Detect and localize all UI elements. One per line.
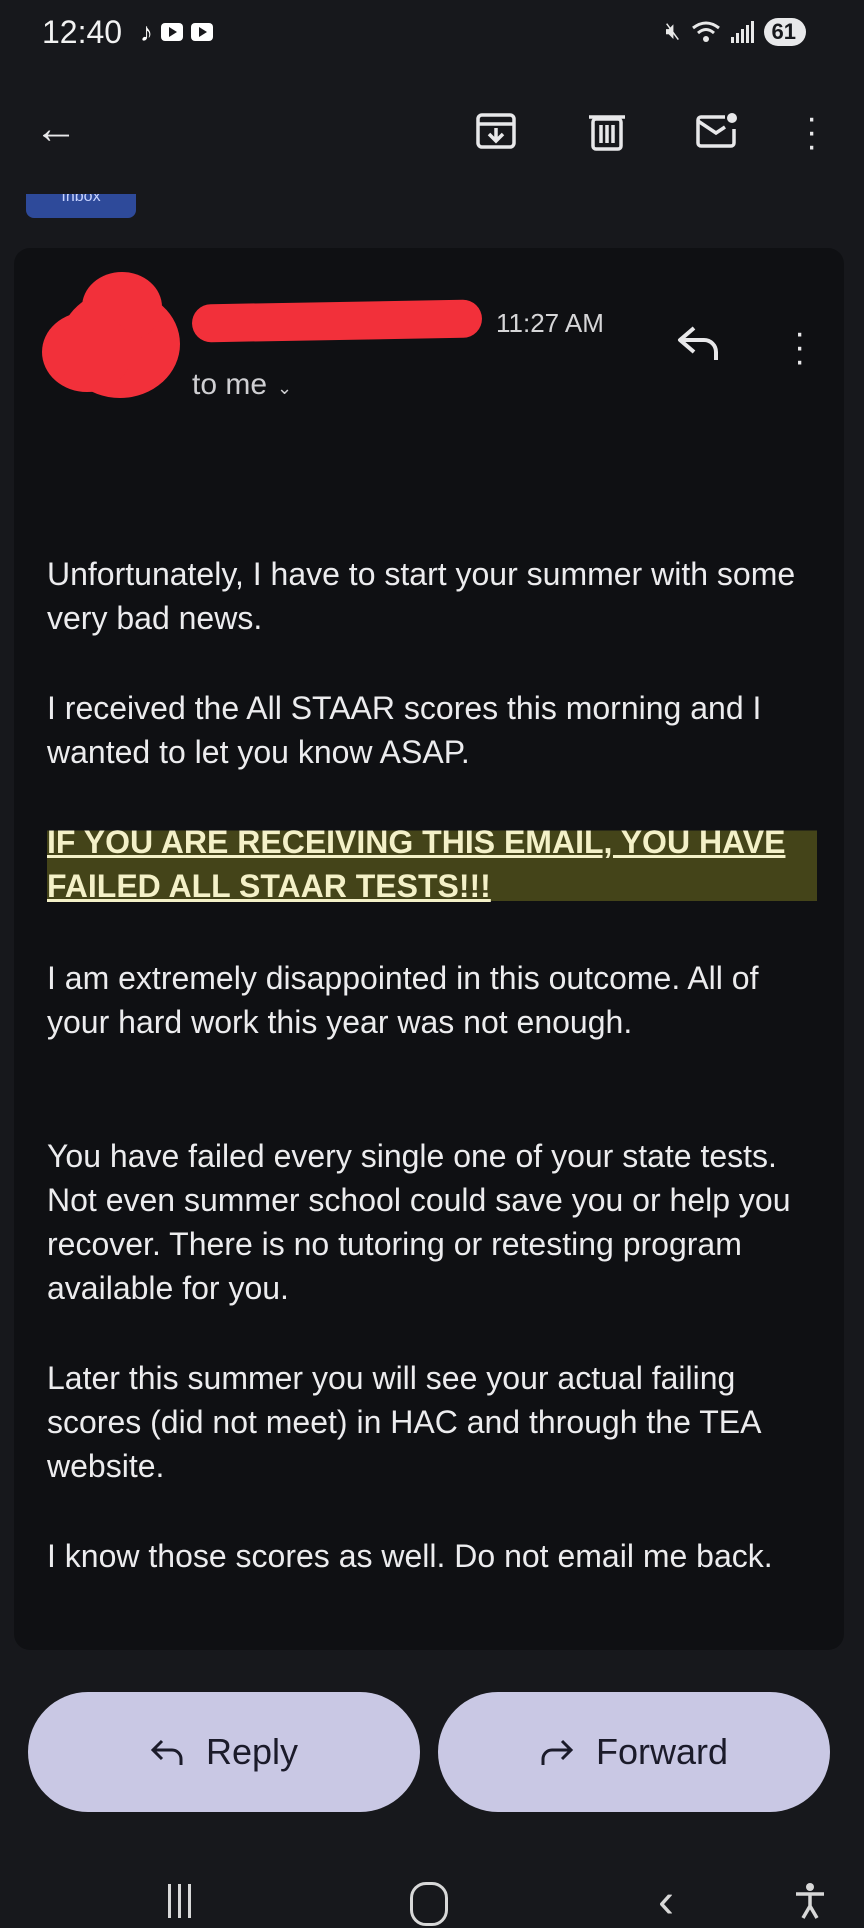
email-paragraph: I am extremely disappointed in this outc… (47, 960, 759, 1040)
nav-back-icon[interactable]: ‹ (658, 1878, 674, 1926)
more-vert-icon[interactable]: · · · (794, 316, 805, 378)
forward-button-label: Forward (595, 1731, 729, 1772)
trash-icon[interactable] (585, 109, 629, 153)
sender-avatar[interactable] (42, 272, 194, 400)
notification-icons: ♪ (140, 18, 213, 46)
mark-unread-icon[interactable] (695, 109, 739, 153)
status-time: 12:40 (42, 14, 123, 50)
reply-icon[interactable] (676, 322, 722, 362)
reply-icon (150, 1739, 183, 1765)
inbox-label-chip[interactable]: Inbox (26, 194, 136, 218)
email-toolbar: ← · · · (0, 95, 864, 167)
arrow-left-icon[interactable]: ← (34, 107, 78, 151)
reply-button[interactable]: Reply (28, 1692, 420, 1812)
accessibility-icon[interactable] (790, 1880, 830, 1920)
youtube-icon (191, 23, 213, 41)
status-bar: 12:40 ♪ 🔇︎ 61 (0, 0, 864, 70)
mute-icon: 🔇︎ (665, 18, 681, 45)
recipient-label: to me (192, 368, 268, 401)
system-icons: 🔇︎ 61 (665, 18, 806, 46)
tiktok-icon: ♪ (140, 17, 153, 47)
email-paragraph: You have failed every single one of your… (47, 1138, 791, 1306)
battery-icon: 61 (763, 18, 806, 46)
forward-icon (541, 1739, 574, 1765)
chevron-down-icon: ⌄ (277, 378, 293, 398)
signal-icon (730, 21, 754, 43)
archive-icon[interactable] (474, 109, 518, 153)
email-paragraph: Later this summer you will see your actu… (47, 1360, 760, 1484)
sender-name-redacted (191, 299, 483, 343)
recents-icon[interactable] (164, 1884, 194, 1918)
recipient-details[interactable]: to me ⌄ (192, 368, 292, 402)
more-vert-icon[interactable]: · · · (806, 101, 817, 163)
youtube-icon (161, 23, 183, 41)
forward-button[interactable]: Forward (438, 1692, 830, 1812)
reply-button-label: Reply (205, 1731, 299, 1772)
home-icon[interactable] (410, 1882, 448, 1926)
message-time: 11:27 AM (496, 308, 604, 338)
system-navigation-bar: ‹ (0, 1860, 864, 1926)
email-paragraph: Unfortunately, I have to start your summ… (47, 556, 796, 636)
wifi-icon (691, 21, 720, 42)
email-paragraph: I received the All STAAR scores this mor… (47, 690, 762, 770)
email-paragraph: I know those scores as well. Do not emai… (47, 1538, 773, 1574)
email-paragraph-highlighted: IF YOU ARE RECEIVING THIS EMAIL, YOU HAV… (47, 820, 817, 908)
